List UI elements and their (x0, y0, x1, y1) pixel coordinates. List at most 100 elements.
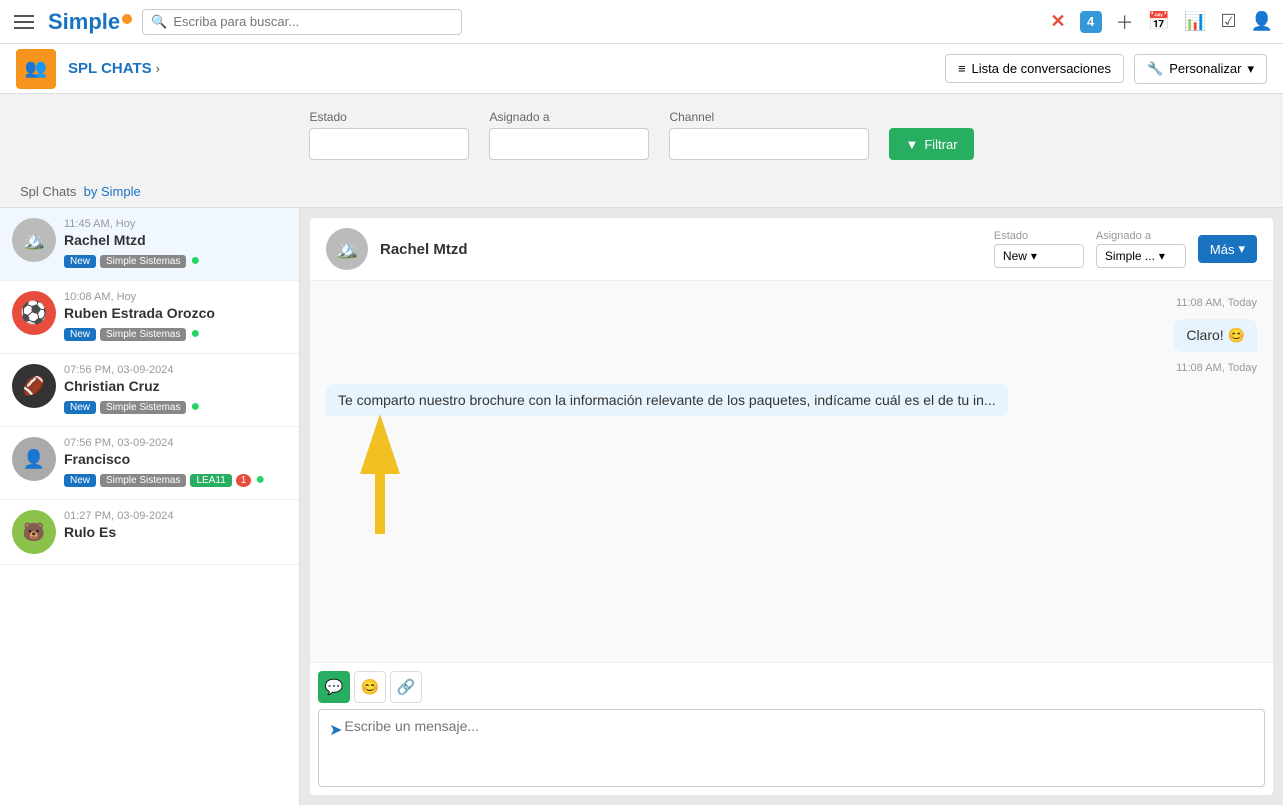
tag-lea-francisco: LEA11 (190, 474, 231, 487)
module-chat-icon: 👥 (25, 58, 47, 79)
estado-input[interactable] (309, 128, 469, 160)
chat-info-ruben: 10:08 AM, Hoy Ruben Estrada Orozco New S… (64, 291, 287, 343)
number-4-icon[interactable]: 4 (1080, 11, 1102, 33)
chat-item-rachel[interactable]: 🏔️ 11:45 AM, Hoy Rachel Mtzd New Simple … (0, 208, 299, 281)
user-icon[interactable]: 👤 (1251, 11, 1273, 32)
chat-name-rulo: Rulo Es (64, 524, 287, 540)
asignado-select[interactable]: Simple ... ▾ (1096, 244, 1186, 268)
chat-info-christian: 07:56 PM, 03-09-2024 Christian Cruz New … (64, 364, 287, 416)
asignado-chevron: ▾ (1159, 249, 1165, 263)
avatar-ruben: ⚽ (12, 291, 56, 335)
message-input[interactable] (344, 718, 1256, 778)
chat-header-fields: Estado New ▾ Asignado a Simple ... ▾ Más… (994, 230, 1257, 268)
whatsapp-icon-christian: ● (190, 398, 200, 416)
close-nav-icon[interactable]: ✕ (1051, 11, 1066, 32)
personalize-label: Personalizar (1169, 61, 1241, 76)
toolbar-attach-btn[interactable]: 🔗 (390, 671, 422, 703)
wrench-icon: 🔧 (1147, 61, 1163, 77)
filter-btn-label: Filtrar (924, 137, 957, 152)
channel-input[interactable] (669, 128, 869, 160)
yellow-arrow-svg (340, 414, 420, 534)
breadcrumb-bar: Spl Chats by Simple (0, 176, 1283, 208)
estado-field-group: Estado New ▾ (994, 230, 1084, 268)
chat-tags-christian: New Simple Sistemas ● (64, 398, 287, 416)
message-input-wrap: ➤ (318, 709, 1265, 787)
chat-time-francisco: 07:56 PM, 03-09-2024 (64, 437, 287, 449)
main-content: 🏔️ 11:45 AM, Hoy Rachel Mtzd New Simple … (0, 208, 1283, 805)
logo-text: Simple (48, 9, 120, 35)
chat-tags-francisco: New Simple Sistemas LEA11 1 ● (64, 471, 287, 489)
channel-filter: Channel (669, 110, 869, 160)
tag-new: New (64, 255, 96, 268)
avatar-christian: 🏈 (12, 364, 56, 408)
check-icon[interactable]: ☑ (1220, 11, 1236, 32)
chart-icon[interactable]: 📊 (1184, 11, 1206, 32)
chat-name-francisco: Francisco (64, 451, 287, 467)
input-toolbar: 💬 😊 🔗 (318, 671, 1265, 703)
msg-time-2: 11:08 AM, Today (326, 362, 1257, 374)
chat-info-rulo: 01:27 PM, 03-09-2024 Rulo Es (64, 510, 287, 540)
breadcrumb-title[interactable]: SPL CHATS (68, 60, 152, 77)
filter-icon: ▼ (905, 137, 918, 152)
chat-header: 🏔️ Rachel Mtzd Estado New ▾ Asignado a S… (310, 218, 1273, 281)
chat-item-christian[interactable]: 🏈 07:56 PM, 03-09-2024 Christian Cruz Ne… (0, 354, 299, 427)
whatsapp-icon-ruben: ● (190, 325, 200, 343)
toolbar-emoji-btn[interactable]: 😊 (354, 671, 386, 703)
plus-icon[interactable]: ＋ (1116, 9, 1134, 35)
list-conversations-button[interactable]: ≡ Lista de conversaciones (945, 54, 1124, 83)
tag-sistema-christian: Simple Sistemas (100, 401, 186, 414)
yellow-arrow-overlay (340, 414, 420, 534)
asignado-field-label: Asignado a (1096, 230, 1186, 242)
avatar-rulo: 🐻 (12, 510, 56, 554)
chat-tags-rachel: New Simple Sistemas ● (64, 252, 287, 270)
top-nav: Simple 🔍 ✕ 4 ＋ 📅 📊 ☑ 👤 (0, 0, 1283, 44)
toolbar-chat-btn[interactable]: 💬 (318, 671, 350, 703)
msg-time-1: 11:08 AM, Today (326, 297, 1257, 309)
asignado-label: Asignado a (489, 110, 649, 124)
estado-field-label: Estado (994, 230, 1084, 242)
search-input[interactable] (173, 14, 453, 29)
chat-time-ruben: 10:08 AM, Hoy (64, 291, 287, 303)
chat-name-christian: Christian Cruz (64, 378, 287, 394)
channel-label: Channel (669, 110, 869, 124)
send-button[interactable]: ➤ (327, 718, 344, 742)
chat-header-avatar: 🏔️ (326, 228, 368, 270)
breadcrumb-arrow: › (156, 61, 160, 76)
avatar-francisco: 👤 (12, 437, 56, 481)
hamburger-menu[interactable] (10, 11, 38, 33)
nav-icons: ✕ 4 ＋ 📅 📊 ☑ 👤 (1051, 9, 1274, 35)
tag-new-christian: New (64, 401, 96, 414)
filter-button[interactable]: ▼ Filtrar (889, 128, 973, 160)
calendar-icon[interactable]: 📅 (1148, 11, 1170, 32)
asignado-input[interactable] (489, 128, 649, 160)
asignado-field-group: Asignado a Simple ... ▾ (1096, 230, 1186, 268)
chat-list: 🏔️ 11:45 AM, Hoy Rachel Mtzd New Simple … (0, 208, 300, 805)
search-bar: 🔍 (142, 9, 462, 35)
chat-item-francisco[interactable]: 👤 07:56 PM, 03-09-2024 Francisco New Sim… (0, 427, 299, 500)
chat-contact-name: Rachel Mtzd (380, 241, 468, 258)
estado-filter: Estado (309, 110, 469, 160)
list-icon: ≡ (958, 61, 966, 76)
crumb-part1: Spl Chats (20, 184, 76, 199)
messages-area[interactable]: 11:08 AM, Today Claro! 😊 11:08 AM, Today… (310, 281, 1273, 662)
module-icon-wrap: 👥 (16, 49, 56, 89)
tag-simple-sistemas: Simple Sistemas (100, 255, 186, 268)
list-btn-label: Lista de conversaciones (972, 61, 1111, 76)
chat-item-ruben[interactable]: ⚽ 10:08 AM, Hoy Ruben Estrada Orozco New… (0, 281, 299, 354)
mas-chevron: ▾ (1238, 241, 1245, 257)
personalize-button[interactable]: 🔧 Personalizar ▾ (1134, 54, 1267, 84)
logo[interactable]: Simple (48, 9, 132, 35)
tag-new-ruben: New (64, 328, 96, 341)
estado-chevron: ▾ (1031, 249, 1037, 263)
msg-bubble-left-2: Te comparto nuestro brochure con la info… (326, 384, 1008, 416)
filter-bar: Estado Asignado a Channel ▼ Filtrar (0, 94, 1283, 176)
input-area: 💬 😊 🔗 ➤ (310, 662, 1273, 795)
estado-label: Estado (309, 110, 469, 124)
estado-select[interactable]: New ▾ (994, 244, 1084, 268)
search-icon: 🔍 (151, 14, 167, 30)
mas-button[interactable]: Más ▾ (1198, 235, 1257, 263)
chat-time-rachel: 11:45 AM, Hoy (64, 218, 287, 230)
chat-item-rulo[interactable]: 🐻 01:27 PM, 03-09-2024 Rulo Es (0, 500, 299, 565)
asignado-value: Simple ... (1105, 249, 1155, 263)
estado-value: New (1003, 249, 1027, 263)
